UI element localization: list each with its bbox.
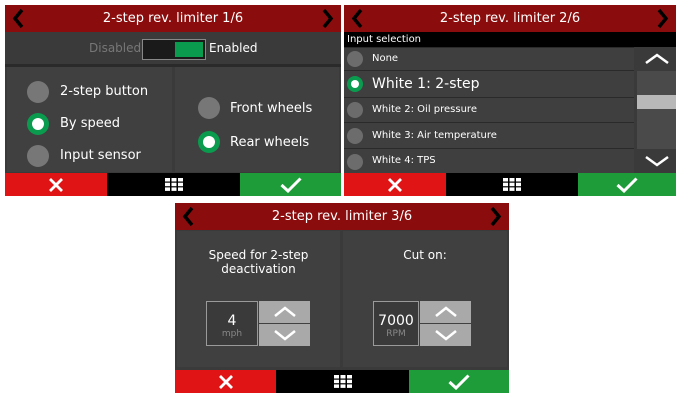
radio-icon: [347, 76, 363, 92]
cut-value: 7000: [378, 313, 414, 329]
chevron-left-icon[interactable]: [349, 5, 367, 32]
grid-icon: [164, 178, 183, 191]
list-item-label: White 2: Oil pressure: [372, 104, 477, 115]
speed-up-button[interactable]: [259, 301, 310, 323]
title-bar: 2-step rev. limiter 2/6: [344, 5, 676, 32]
radio-icon: [347, 128, 363, 144]
speed-panel: Speed for 2-step deactivation 4 mph: [177, 231, 340, 367]
chevron-up-icon: [273, 306, 296, 317]
list-item-label: White 1: 2-step: [372, 76, 480, 92]
disabled-label: Disabled: [89, 41, 142, 55]
scroll-down-button[interactable]: [637, 149, 676, 173]
chevron-down-icon: [434, 330, 457, 341]
enable-row: Disabled Enabled: [5, 32, 341, 67]
confirm-button[interactable]: [578, 173, 676, 196]
radio-input-sensor[interactable]: [27, 145, 49, 167]
radio-icon: [347, 51, 363, 67]
scroll-thumb[interactable]: [637, 95, 676, 109]
speed-value-box[interactable]: 4 mph: [206, 301, 258, 346]
list-item-label: White 4: TPS: [372, 155, 436, 166]
cancel-button[interactable]: [175, 370, 276, 393]
radio-rear-wheels[interactable]: [198, 131, 220, 153]
x-icon: [218, 374, 233, 389]
list-item-label: None: [372, 53, 399, 64]
list-item[interactable]: White 2: Oil pressure: [344, 97, 634, 122]
option-label: Rear wheels: [230, 135, 310, 150]
checkmark-icon: [616, 176, 638, 193]
section-label: Input selection: [344, 32, 676, 47]
menu-button[interactable]: [446, 173, 578, 196]
x-icon: [388, 177, 402, 192]
radio-icon: [347, 154, 363, 170]
cut-down-button[interactable]: [420, 324, 471, 346]
scrollbar[interactable]: [637, 47, 676, 173]
option-label: Input sensor: [60, 148, 141, 163]
option-label: 2-step button: [60, 84, 149, 99]
radio-2-step-button[interactable]: [27, 81, 49, 103]
option-label: Front wheels: [230, 101, 313, 116]
speed-label: Speed for 2-step deactivation: [208, 248, 309, 276]
cancel-button[interactable]: [344, 173, 446, 196]
cut-up-button[interactable]: [420, 301, 471, 323]
x-icon: [49, 177, 63, 192]
radio-front-wheels[interactable]: [198, 97, 220, 119]
cut-value-box[interactable]: 7000 RPM: [373, 301, 419, 346]
chevron-up-icon: [434, 306, 457, 317]
list-item[interactable]: White 4: TPS: [344, 148, 634, 173]
scroll-track[interactable]: [637, 71, 676, 149]
screen-step-1: 2-step rev. limiter 1/6 Disabled Enabled…: [5, 5, 341, 196]
input-list: None White 1: 2-step White 2: Oil pressu…: [344, 47, 634, 173]
speed-down-button[interactable]: [259, 324, 310, 346]
screen-step-3: 2-step rev. limiter 3/6 Speed for 2-step…: [175, 203, 509, 393]
radio-icon: [347, 102, 363, 118]
list-item-selected[interactable]: White 1: 2-step: [344, 70, 634, 97]
title-bar: 2-step rev. limiter 3/6: [175, 203, 509, 230]
list-item[interactable]: White 3: Air temperature: [344, 122, 634, 148]
speed-value: 4: [227, 313, 237, 329]
enable-toggle[interactable]: [142, 39, 206, 60]
radio-by-speed[interactable]: [27, 113, 49, 135]
title-bar: 2-step rev. limiter 1/6: [5, 5, 341, 32]
mode-panel: 2-step button By speed Input sensor: [7, 67, 172, 172]
chevron-up-icon: [644, 53, 669, 65]
checkmark-icon: [279, 176, 302, 193]
checkmark-icon: [448, 373, 470, 390]
confirm-button[interactable]: [240, 173, 341, 196]
chevron-right-icon[interactable]: [318, 5, 336, 32]
list-item-label: White 3: Air temperature: [372, 130, 497, 141]
option-label: By speed: [60, 116, 121, 131]
speed-unit: mph: [221, 329, 243, 339]
cut-label: Cut on:: [403, 248, 447, 262]
footer-bar: [175, 370, 509, 393]
chevron-down-icon: [644, 155, 669, 167]
cut-unit: RPM: [386, 329, 406, 339]
scroll-up-button[interactable]: [637, 47, 676, 71]
footer-bar: [344, 173, 676, 196]
screen-step-2: 2-step rev. limiter 2/6 Input selection …: [344, 5, 676, 196]
confirm-button[interactable]: [409, 370, 509, 393]
grid-icon: [503, 178, 521, 191]
grid-icon: [333, 375, 352, 388]
chevron-right-icon[interactable]: [653, 5, 671, 32]
page-title: 2-step rev. limiter 1/6: [102, 11, 244, 26]
enabled-label: Enabled: [209, 41, 258, 55]
footer-bar: [5, 173, 341, 196]
chevron-down-icon: [273, 330, 296, 341]
menu-button[interactable]: [107, 173, 240, 196]
wheels-panel: Front wheels Rear wheels: [175, 67, 339, 172]
page-title: 2-step rev. limiter 2/6: [439, 11, 581, 26]
chevron-right-icon[interactable]: [486, 203, 504, 230]
cut-panel: Cut on: 7000 RPM: [343, 231, 507, 367]
list-item[interactable]: None: [344, 47, 634, 70]
toggle-knob: [175, 42, 203, 57]
chevron-left-icon[interactable]: [10, 5, 28, 32]
chevron-left-icon[interactable]: [180, 203, 198, 230]
page-title: 2-step rev. limiter 3/6: [271, 209, 413, 224]
menu-button[interactable]: [276, 370, 409, 393]
cancel-button[interactable]: [5, 173, 107, 196]
